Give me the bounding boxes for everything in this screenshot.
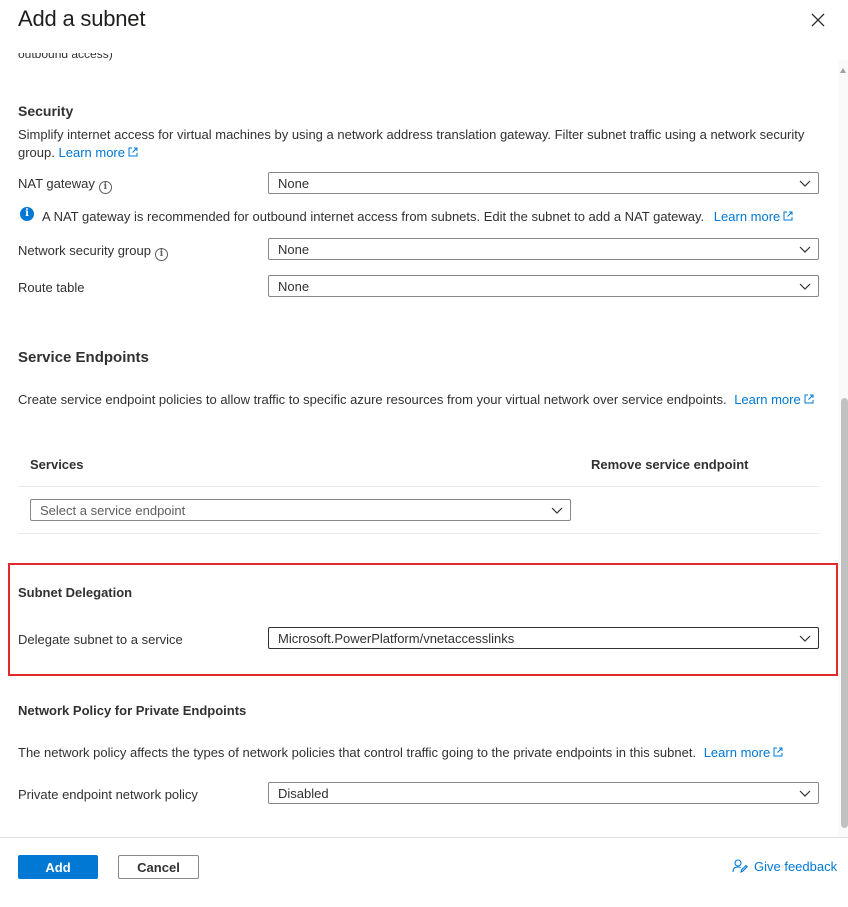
nsg-value: None — [278, 242, 310, 257]
external-link-icon — [773, 747, 783, 757]
nsg-dropdown[interactable]: None — [268, 238, 819, 260]
nat-info-message: A NAT gateway is recommended for outboun… — [42, 209, 793, 224]
security-description: Simplify internet access for virtual mac… — [18, 126, 818, 162]
feedback-icon — [732, 859, 748, 873]
scroll-up-arrow-icon[interactable] — [840, 68, 846, 73]
chevron-down-icon — [799, 180, 811, 187]
chevron-down-icon — [799, 246, 811, 253]
nat-gateway-value: None — [278, 176, 310, 191]
nat-info-text: A NAT gateway is recommended for outboun… — [42, 209, 705, 224]
route-table-value: None — [278, 279, 310, 294]
services-column-header: Services — [30, 457, 84, 472]
nat-gateway-dropdown[interactable]: None — [268, 172, 819, 194]
service-endpoint-select[interactable]: Select a service endpoint — [30, 499, 571, 521]
service-endpoints-description: Create service endpoint policies to allo… — [18, 391, 828, 409]
network-policy-learn-more-link[interactable]: Learn more — [704, 745, 783, 760]
close-icon[interactable] — [808, 10, 828, 30]
network-policy-description: The network policy affects the types of … — [18, 744, 828, 762]
give-feedback-link[interactable]: Give feedback — [732, 858, 837, 874]
chevron-down-icon — [551, 507, 563, 514]
info-filled-icon: i — [20, 207, 34, 221]
give-feedback-label: Give feedback — [754, 859, 838, 874]
divider — [18, 486, 820, 487]
info-icon[interactable]: i — [98, 181, 112, 194]
nat-info-learn-more-link[interactable]: Learn more — [714, 209, 793, 224]
remove-endpoint-column-header: Remove service endpoint — [591, 457, 749, 472]
security-heading: Security — [18, 103, 74, 119]
external-link-icon — [783, 211, 793, 221]
info-icon[interactable]: i — [154, 248, 168, 261]
nat-gateway-label: NAT gateway i — [18, 176, 112, 194]
add-button[interactable]: Add — [18, 855, 98, 879]
private-endpoint-policy-label: Private endpoint network policy — [18, 787, 198, 802]
footer-divider — [0, 837, 848, 838]
security-learn-more-link[interactable]: Learn more — [59, 145, 138, 160]
network-policy-heading: Network Policy for Private Endpoints — [18, 703, 247, 718]
divider — [18, 533, 820, 534]
delegate-subnet-label: Delegate subnet to a service — [18, 632, 183, 647]
private-endpoint-policy-dropdown[interactable]: Disabled — [268, 782, 819, 804]
network-policy-description-text: The network policy affects the types of … — [18, 745, 697, 760]
delegate-subnet-dropdown[interactable]: Microsoft.PowerPlatform/vnetaccesslinks — [268, 627, 819, 649]
subnet-delegation-heading: Subnet Delegation — [18, 585, 133, 600]
cancel-button[interactable]: Cancel — [118, 855, 199, 879]
service-endpoints-learn-more-link[interactable]: Learn more — [734, 392, 814, 407]
external-link-icon — [128, 147, 138, 157]
service-endpoint-placeholder: Select a service endpoint — [40, 503, 186, 518]
service-endpoints-heading: Service Endpoints — [18, 349, 149, 366]
delegate-subnet-value: Microsoft.PowerPlatform/vnetaccesslinks — [278, 631, 515, 646]
panel-title: Add a subnet — [18, 6, 146, 31]
service-endpoints-description-text: Create service endpoint policies to allo… — [18, 392, 727, 407]
chevron-down-icon — [799, 283, 811, 290]
scrollbar-thumb[interactable] — [841, 398, 848, 828]
cutoff-text: outbound access) — [18, 53, 113, 61]
route-table-dropdown[interactable]: None — [268, 275, 819, 297]
external-link-icon — [804, 394, 814, 404]
private-endpoint-policy-value: Disabled — [278, 786, 329, 801]
chevron-down-icon — [799, 790, 811, 797]
nsg-label: Network security group i — [18, 243, 168, 261]
chevron-down-icon — [799, 635, 811, 642]
route-table-label: Route table — [18, 280, 85, 295]
highlight-box — [8, 563, 838, 676]
